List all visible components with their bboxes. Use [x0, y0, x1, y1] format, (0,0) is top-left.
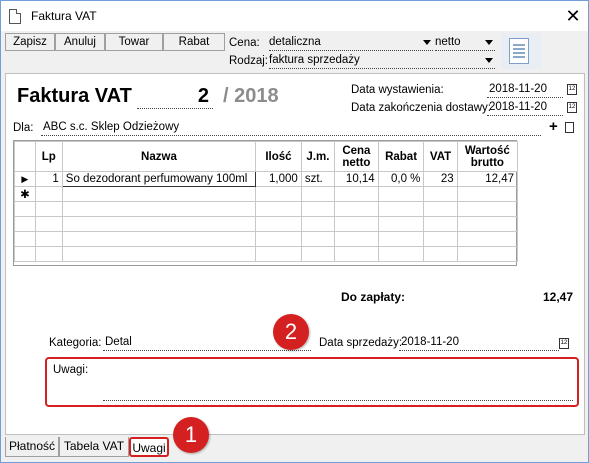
notes-highlight-frame	[45, 357, 579, 407]
category-label: Kategoria:	[49, 337, 102, 349]
cell-name[interactable]: So dezodorant perfumowany 100ml	[61, 171, 257, 187]
delivery-date-label: Data zakończenia dostawy:	[351, 102, 491, 114]
price-mode-value: netto	[435, 36, 461, 48]
column-header[interactable]: J.m.	[300, 141, 336, 172]
total-value: 12,47	[542, 290, 573, 304]
tab-vat-table[interactable]: Tabela VAT	[59, 437, 129, 457]
row-marker-header	[14, 141, 36, 172]
column-header[interactable]: Rabat	[377, 141, 425, 172]
new-row-marker-icon: ✱	[14, 186, 36, 202]
cell-gross[interactable]: 12,47	[456, 171, 519, 187]
calendar-icon[interactable]: 12	[559, 338, 569, 349]
kind-label: Rodzaj:	[229, 55, 268, 67]
cancel-button[interactable]: Anuluj	[55, 33, 105, 51]
document-icon	[9, 9, 21, 24]
price-label: Cena:	[229, 37, 260, 49]
invoice-year: / 2018	[223, 85, 279, 107]
empty-cell[interactable]	[255, 186, 302, 202]
issue-date-label: Data wystawienia:	[351, 84, 444, 96]
text-line-icon	[513, 48, 525, 50]
bottom-tabs: Płatność Tabela VAT Uwagi	[5, 437, 169, 457]
column-header[interactable]: Ilość	[255, 141, 302, 172]
table-header-row: Lp Nazwa Ilość J.m. Cena netto Rabat VAT…	[14, 141, 519, 172]
cell-unit[interactable]: szt.	[300, 171, 336, 187]
items-table: Lp Nazwa Ilość J.m. Cena netto Rabat VAT…	[14, 141, 519, 262]
page-icon	[509, 38, 529, 64]
chevron-down-icon	[485, 58, 493, 63]
chevron-down-icon	[423, 40, 431, 45]
empty-cell[interactable]	[61, 186, 257, 202]
empty-cell[interactable]	[456, 186, 519, 202]
sale-date-label: Data sprzedaży:	[319, 337, 403, 349]
empty-row	[14, 231, 519, 247]
issue-date-field[interactable]: 2018-11-20	[487, 82, 563, 98]
buyer-list-icon[interactable]	[565, 122, 574, 133]
cell-lp[interactable]: 1	[34, 171, 63, 187]
column-header[interactable]: Lp	[34, 141, 63, 172]
price-select-value: detaliczna	[269, 36, 321, 48]
empty-cell[interactable]	[377, 186, 425, 202]
total-label: Do zapłaty:	[341, 290, 406, 304]
kind-select[interactable]: faktura sprzedaży	[269, 53, 495, 69]
empty-cell[interactable]	[423, 186, 458, 202]
empty-cell[interactable]	[300, 186, 336, 202]
window-title: Faktura VAT	[31, 9, 97, 23]
cell-discount[interactable]: 0,0 %	[377, 171, 425, 187]
price-mode-select[interactable]: netto	[435, 35, 495, 51]
toolbar: Zapisz Anuluj Towar Rabat	[5, 33, 225, 51]
tab-notes[interactable]: Uwagi	[129, 437, 169, 457]
cell-qty[interactable]: 1,000	[255, 171, 302, 187]
discount-button[interactable]: Rabat	[163, 33, 225, 51]
document-preview-icon[interactable]	[501, 33, 541, 69]
product-button[interactable]: Towar	[105, 33, 163, 51]
save-button[interactable]: Zapisz	[5, 33, 55, 51]
empty-row	[14, 246, 519, 262]
text-line-icon	[513, 44, 525, 46]
empty-row	[14, 201, 519, 217]
title-bar: Faktura VAT ✕	[1, 1, 588, 31]
column-header[interactable]: VAT	[423, 141, 458, 172]
calendar-icon[interactable]: 12	[567, 102, 577, 113]
table-new-row[interactable]: ✱	[14, 186, 519, 202]
empty-cell[interactable]	[34, 186, 63, 202]
buyer-field[interactable]: ABC s.c. Sklep Odzieżowy	[41, 120, 541, 136]
invoice-window: Faktura VAT ✕ Zapisz Anuluj Towar Rabat …	[0, 0, 589, 463]
text-line-icon	[513, 56, 525, 58]
text-line-icon	[513, 52, 525, 54]
invoice-title: Faktura VAT	[17, 85, 132, 107]
empty-row	[14, 216, 519, 232]
tab-payment[interactable]: Płatność	[5, 437, 59, 457]
column-header[interactable]: Nazwa	[61, 141, 257, 172]
callout-badge-1: 1	[173, 417, 209, 453]
column-header[interactable]: Wartość brutto	[456, 141, 519, 172]
items-grid: Lp Nazwa Ilość J.m. Cena netto Rabat VAT…	[13, 140, 519, 266]
empty-cell[interactable]	[334, 186, 379, 202]
callout-badge-2: 2	[273, 314, 309, 350]
invoice-number[interactable]: 2	[137, 85, 213, 109]
buyer-label: Dla:	[13, 122, 34, 134]
column-header[interactable]: Cena netto	[334, 141, 379, 172]
cell-vat[interactable]: 23	[423, 171, 458, 187]
price-select[interactable]: detaliczna	[269, 35, 433, 51]
chevron-down-icon	[485, 40, 493, 45]
sale-date-field[interactable]: 2018-11-20	[399, 335, 559, 351]
table-row[interactable]: ▶ 1 So dezodorant perfumowany 100ml 1,00…	[14, 171, 519, 187]
cell-price[interactable]: 10,14	[334, 171, 379, 187]
delivery-date-field[interactable]: 2018-11-20	[487, 100, 563, 116]
kind-select-value: faktura sprzedaży	[269, 54, 360, 66]
close-button[interactable]: ✕	[561, 5, 585, 27]
current-row-marker-icon: ▶	[14, 171, 36, 187]
calendar-icon[interactable]: 12	[567, 84, 577, 95]
add-buyer-icon[interactable]: +	[549, 118, 558, 135]
